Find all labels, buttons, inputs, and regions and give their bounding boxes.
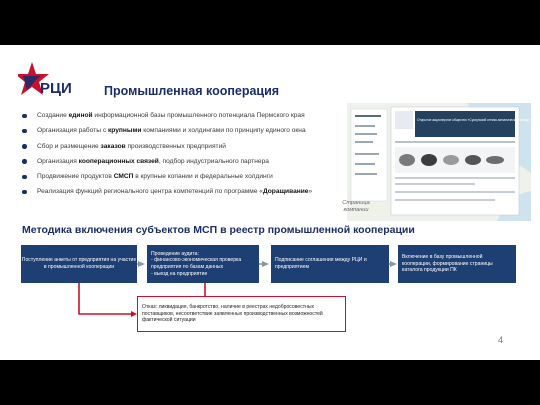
page-number: 4 [498, 335, 504, 345]
step-agreement: Подписание соглашения между РЦИ и предпр… [271, 245, 389, 283]
arrow-right-icon [390, 261, 397, 267]
step-audit: Проведение аудита: - финансово-экономиче… [147, 245, 259, 283]
arrow-right-icon [262, 261, 269, 267]
step-inclusion: Включение в базу промышленной кооперации… [398, 245, 516, 283]
rejection-connector [78, 283, 132, 315]
rejection-box: Отказ: ликвидация, банкротство, наличие … [137, 296, 346, 332]
step-application: Поступление анкеты от предприятия на уча… [21, 245, 137, 283]
flow-arrows [78, 261, 397, 317]
bottom-black-bar [0, 360, 540, 405]
